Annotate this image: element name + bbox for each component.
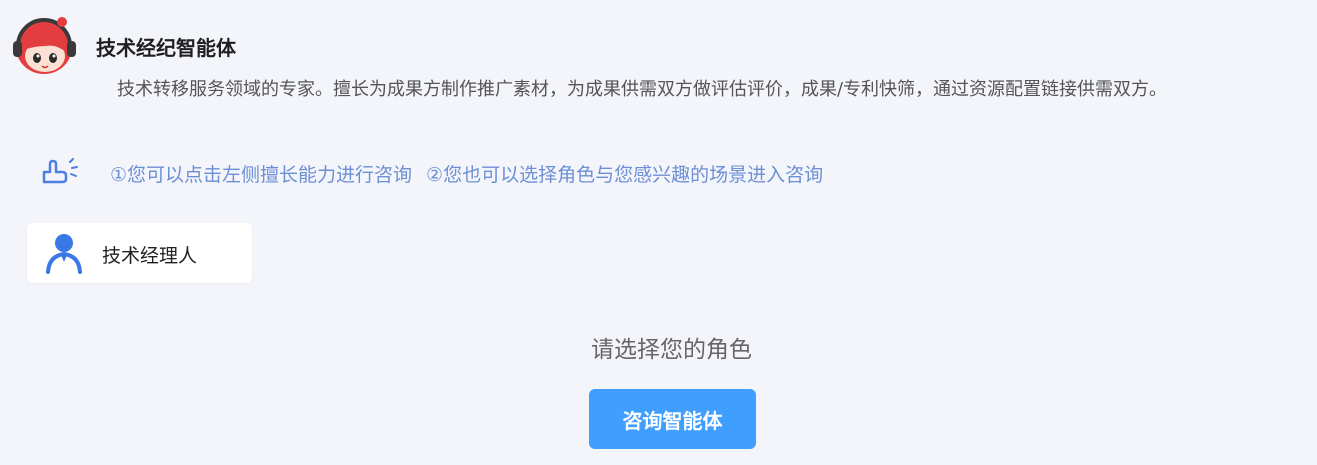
role-card-tech-manager[interactable]: 技术经理人 [27, 223, 252, 283]
hint-item-2: ②您也可以选择角色与您感兴趣的场景进入咨询 [426, 164, 824, 186]
agent-avatar [12, 16, 80, 76]
select-role-prompt: 请选择您的角色 [591, 337, 752, 363]
consult-agent-button[interactable]: 咨询智能体 [589, 389, 756, 449]
tap-hand-icon [40, 158, 82, 186]
hint-item-1: ①您可以点击左侧擅长能力进行咨询 [110, 164, 413, 186]
agent-description: 技术转移服务领域的专家。擅长为成果方制作推广素材，为成果供需双方做评估评价，成果… [117, 79, 1168, 100]
hint-text: ①您可以点击左侧擅长能力进行咨询 ②您也可以选择角色与您感兴趣的场景进入咨询 [110, 160, 823, 187]
robot-girl-avatar-icon [13, 17, 76, 74]
person-icon [43, 232, 85, 274]
role-label: 技术经理人 [102, 245, 198, 267]
agent-title: 技术经纪智能体 [96, 36, 236, 60]
